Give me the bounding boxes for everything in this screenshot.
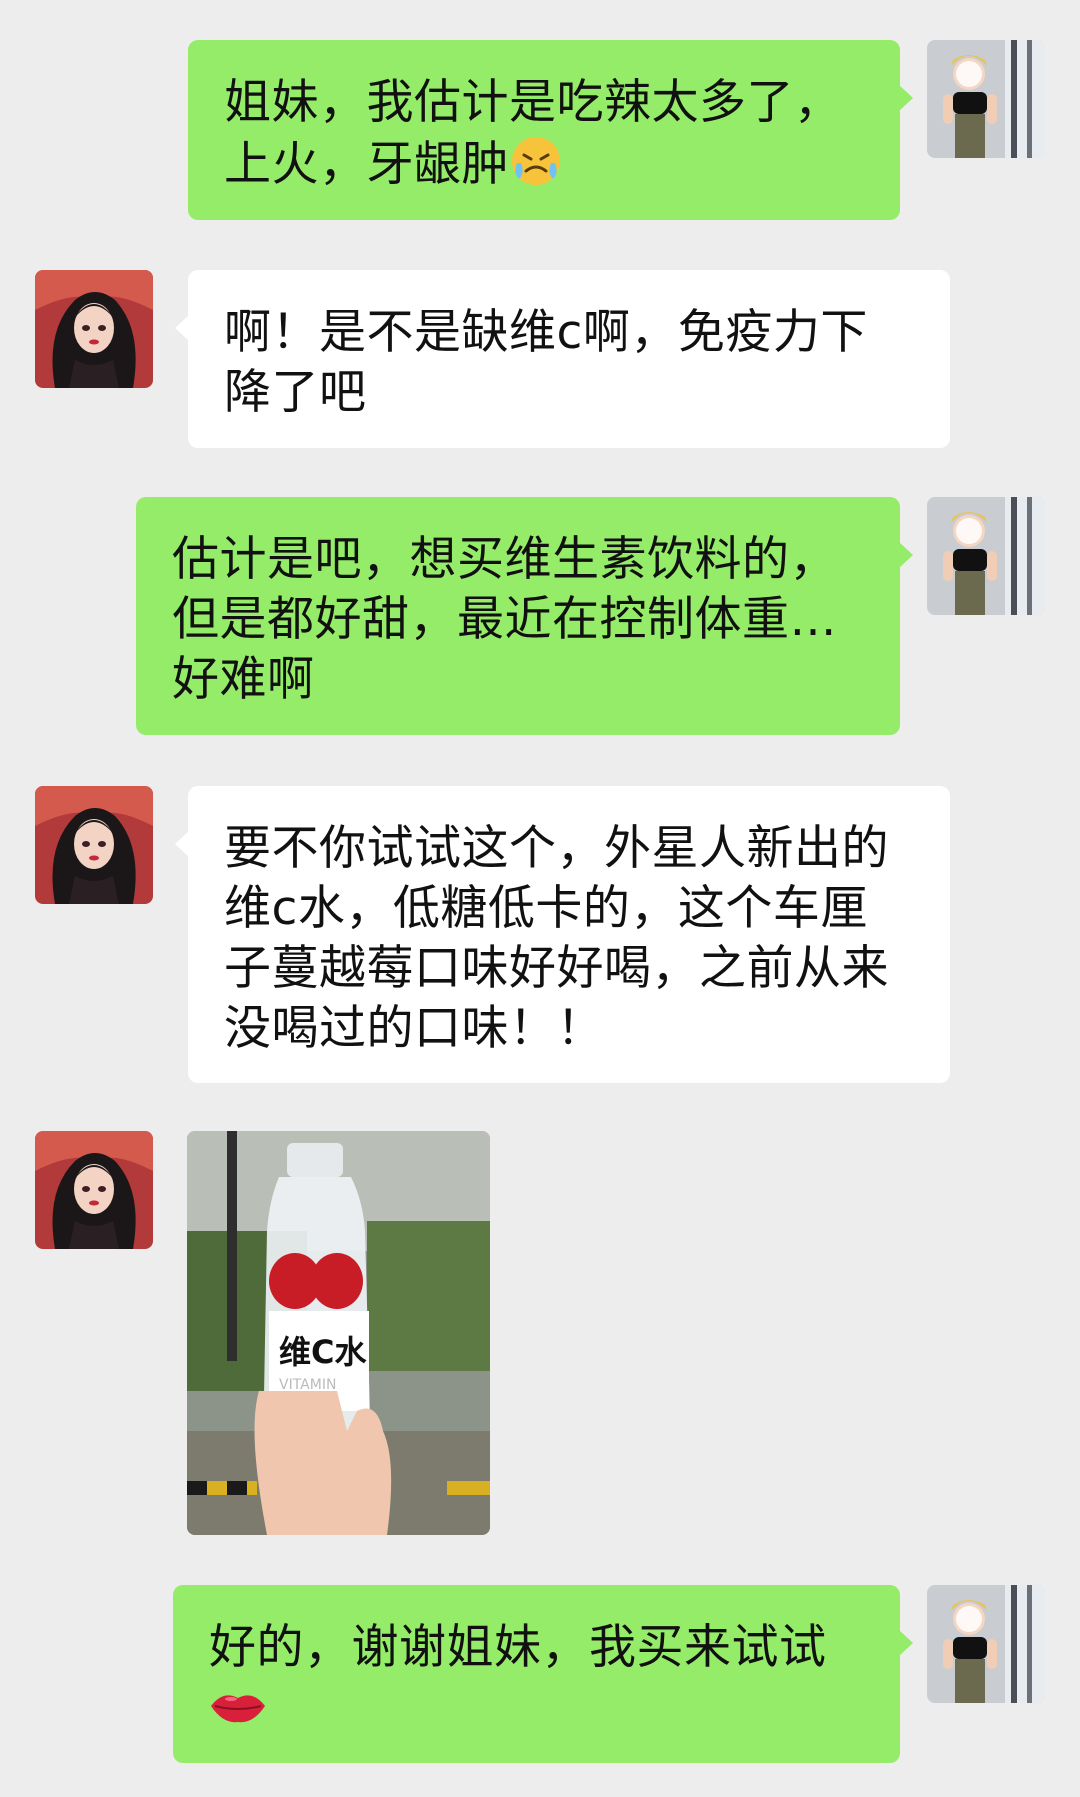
message-bubble-received[interactable]: 啊！是不是缺维c啊，免疫力下降了吧 [175, 270, 950, 448]
bubble-tail [899, 85, 913, 111]
bubble-tail [899, 1630, 913, 1656]
crying-face-emoji [509, 133, 563, 202]
bubble-tail [899, 542, 913, 568]
message-bubble-sent[interactable]: 估计是吧，想买维生素饮料的，但是都好甜，最近在控制体重…好难啊 [136, 497, 913, 735]
drink-bottle-photo: 维C水 VITAMIN [187, 1131, 490, 1535]
friend-avatar[interactable] [35, 1131, 153, 1249]
chat-thread: 姐妹，我估计是吃辣太多了，上火，牙龈肿 啊！是不是缺维c啊，免疫力下降了吧 估计… [0, 0, 1080, 1797]
lips-emoji [209, 1681, 267, 1741]
self-avatar[interactable] [927, 1585, 1045, 1703]
image-message[interactable]: 维C水 VITAMIN [187, 1131, 490, 1535]
message-bubble-sent[interactable]: 姐妹，我估计是吃辣太多了，上火，牙龈肿 [188, 40, 913, 220]
svg-text:VITAMIN: VITAMIN [279, 1377, 336, 1393]
message-bubble-received[interactable]: 要不你试试这个，外星人新出的维c水，低糖低卡的，这个车厘子蔓越莓口味好好喝，之前… [175, 786, 950, 1083]
bubble-tail [175, 831, 189, 857]
bottle-label-text: 维C水 [279, 1333, 367, 1371]
message-text: 好的，谢谢姐妹，我买来试试 [209, 1620, 827, 1675]
friend-avatar[interactable] [35, 270, 153, 388]
self-avatar[interactable] [927, 40, 1045, 158]
message-text: 估计是吧，想买维生素饮料的，但是都好甜，最近在控制体重…好难啊 [172, 532, 837, 707]
bubble-tail [175, 315, 189, 341]
self-avatar[interactable] [927, 497, 1045, 615]
message-text: 啊！是不是缺维c啊，免疫力下降了吧 [224, 305, 868, 420]
message-bubble-sent[interactable]: 好的，谢谢姐妹，我买来试试 [173, 1585, 913, 1763]
message-text: 要不你试试这个，外星人新出的维c水，低糖低卡的，这个车厘子蔓越莓口味好好喝，之前… [224, 821, 889, 1056]
friend-avatar[interactable] [35, 786, 153, 904]
